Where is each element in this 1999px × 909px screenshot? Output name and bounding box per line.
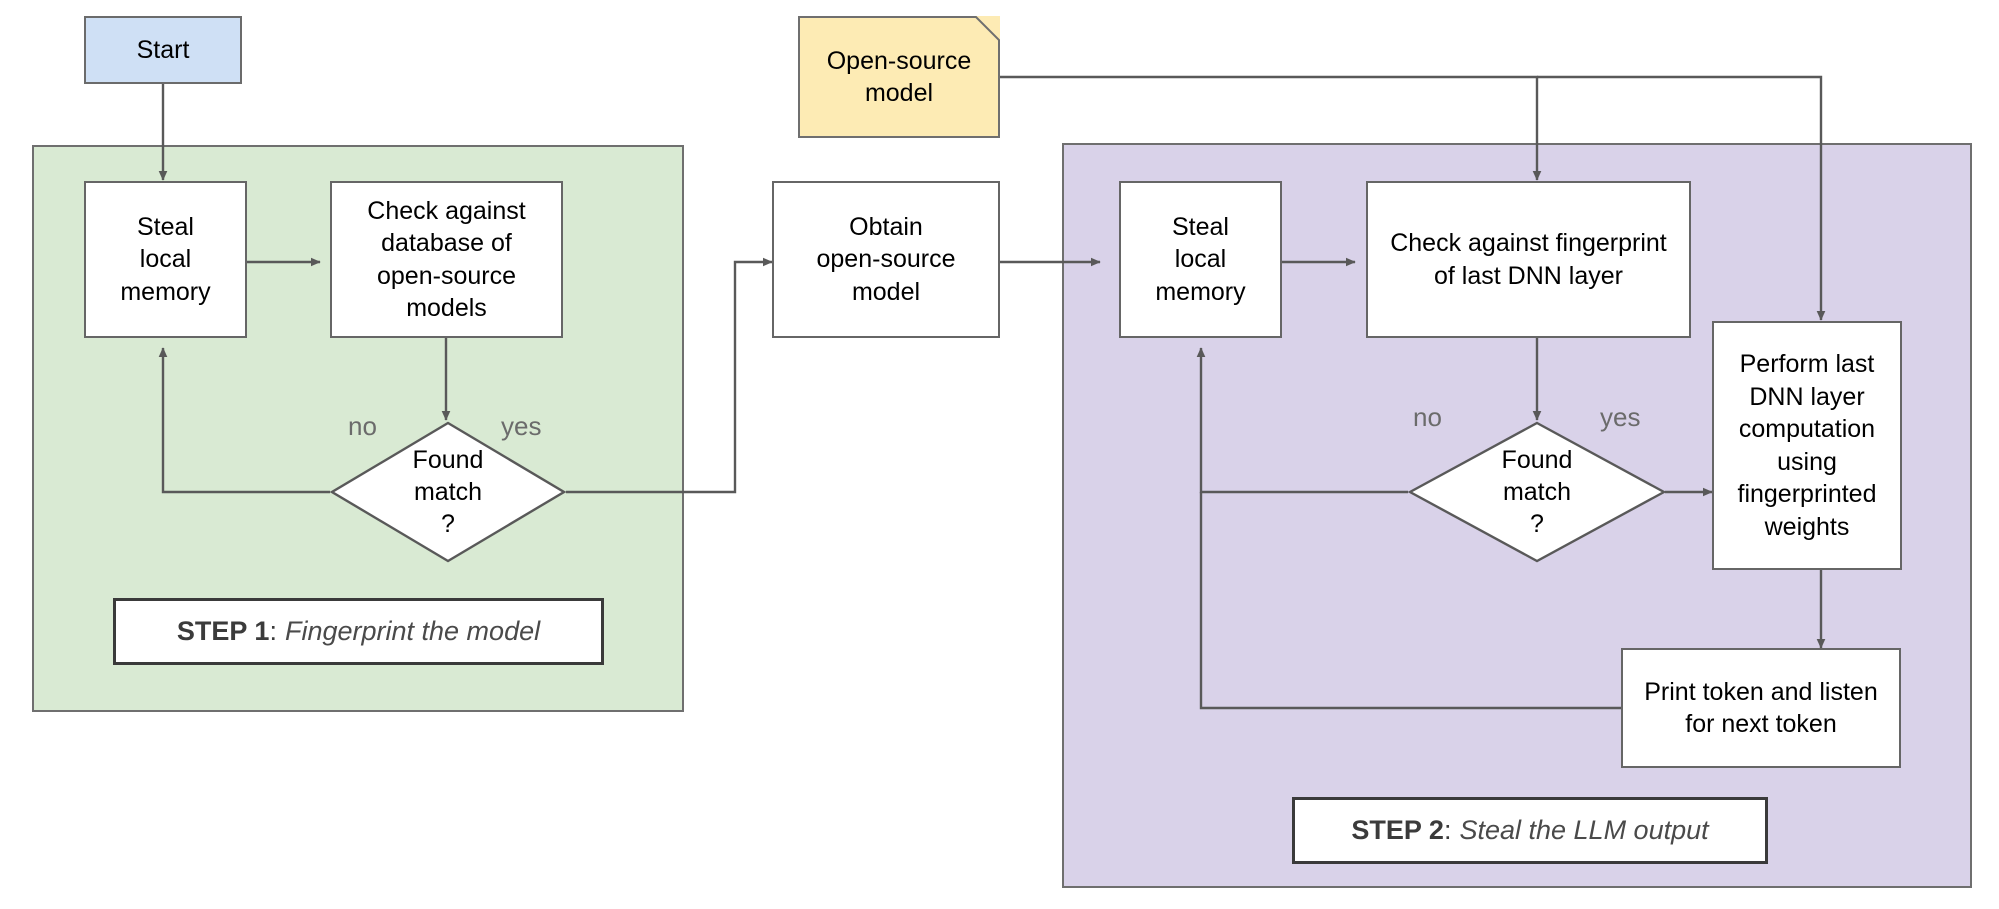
flowchart-canvas: Start Open-source model Steal local memo… [0, 0, 1999, 909]
step1-separator: : [269, 616, 277, 646]
edge-label-step1-no: no [348, 411, 377, 441]
node-steal-local-memory-step2[interactable]: Steal local memory [1119, 181, 1282, 338]
node-open-source-model-document[interactable]: Open-source model [798, 16, 1000, 138]
node-print-token[interactable]: Print token and listen for next token [1621, 648, 1901, 768]
node-start-label: Start [136, 35, 190, 64]
step1-banner: STEP 1: Fingerprint the model [113, 598, 604, 665]
node-found-match-step1[interactable]: Found match ? [330, 421, 566, 563]
edge-label-step2-yes: yes [1600, 402, 1641, 432]
node-check-against-fingerprint[interactable]: Check against fingerprint of last DNN la… [1366, 181, 1691, 338]
edge-label-step2-no: no [1413, 402, 1442, 432]
node-check-against-database[interactable]: Check against database of open-source mo… [330, 181, 563, 338]
step2-key: STEP 2 [1351, 815, 1444, 845]
node-perform-last-dnn-layer[interactable]: Perform last DNN layer computation using… [1712, 321, 1902, 570]
step1-value: Fingerprint the model [284, 616, 541, 646]
edge-label-step1-yes: yes [501, 411, 542, 441]
node-found-match-step1-label: Found match ? [412, 446, 484, 538]
node-open-source-model-document-label: Open-source model [826, 46, 972, 108]
node-found-match-step2[interactable]: Found match ? [1408, 421, 1666, 563]
step1-key: STEP 1 [176, 616, 270, 646]
node-steal-local-memory-step1[interactable]: Steal local memory [84, 181, 247, 338]
step2-value: Steal the LLM output [1459, 815, 1709, 845]
node-obtain-open-source-model[interactable]: Obtain open-source model [772, 181, 1000, 338]
node-start[interactable]: Start [84, 16, 242, 84]
step2-banner: STEP 2: Steal the LLM output [1292, 797, 1768, 864]
step2-separator: : [1443, 815, 1452, 845]
node-found-match-step2-label: Found match ? [1501, 446, 1573, 538]
